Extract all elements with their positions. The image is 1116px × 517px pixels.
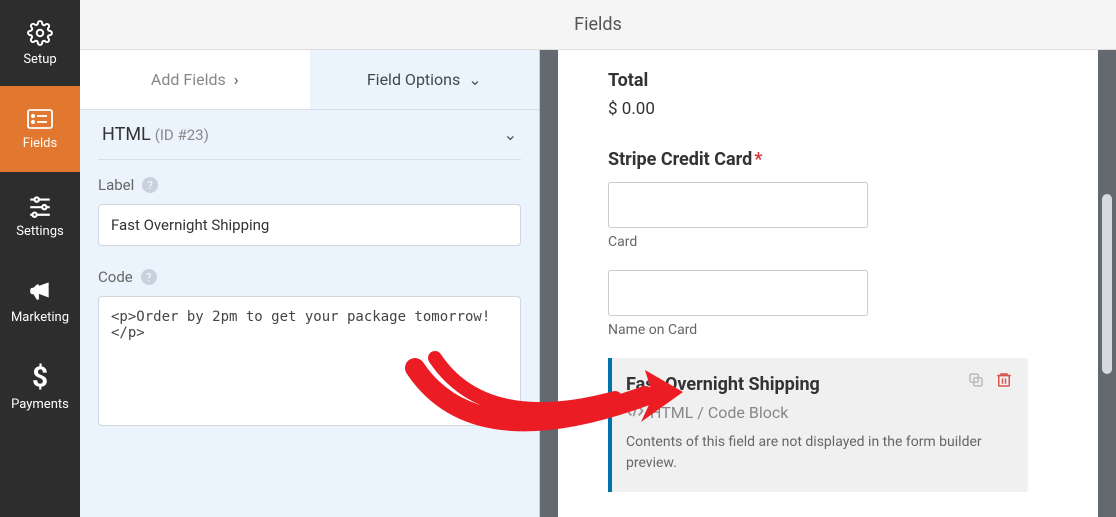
list-icon [26,108,54,130]
card-description: Contents of this field are not displayed… [626,432,1010,474]
sidebar-item-label: Settings [16,224,63,239]
sidebar-item-label: Marketing [11,310,69,325]
field-id: (ID #23) [155,126,209,144]
dollar-icon: $ [31,363,49,391]
chevron-down-icon: ⌄ [468,70,481,89]
card-input[interactable] [608,182,868,228]
sidebar-item-label: Fields [23,136,57,151]
delete-button[interactable] [994,370,1014,390]
section-label: Label [98,176,134,194]
sidebar-item-label: Setup [23,52,56,67]
sidebar: Setup Fields [0,0,80,517]
html-block-preview[interactable]: Fast Overnight Shipping HTML / Code Bloc… [608,358,1028,492]
card-title: Fast Overnight Shipping [626,374,1010,395]
sidebar-item-settings[interactable]: Settings [0,172,80,258]
sidebar-item-fields[interactable]: Fields [0,86,80,172]
duplicate-button[interactable] [966,370,986,390]
panel-divider[interactable] [540,50,558,517]
tab-add-fields[interactable]: Add Fields › [80,50,310,109]
name-sublabel: Name on Card [608,322,1068,338]
right-scrollbar[interactable] [1098,50,1116,517]
chevron-right-icon: › [234,70,239,89]
preview-gap [558,50,608,517]
sidebar-item-marketing[interactable]: Marketing [0,258,80,344]
section-label: Code [98,268,133,286]
field-type-name: HTML [102,124,151,145]
svg-text:$: $ [32,363,48,391]
tab-label: Add Fields [151,70,226,89]
sidebar-item-setup[interactable]: Setup [0,0,80,86]
scroll-handle[interactable] [1102,194,1112,374]
chevron-down-icon: ⌄ [504,125,517,144]
page-title: Fields [80,0,1116,50]
label-input[interactable] [98,204,521,246]
stripe-label: Stripe Credit Card* [608,149,1068,170]
total-label: Total [608,70,1068,91]
bullhorn-icon [27,278,53,304]
gear-outline-icon [27,20,53,46]
code-textarea[interactable]: <p>Order by 2pm to get your package tomo… [98,296,521,426]
tab-label: Field Options [367,70,460,89]
sidebar-item-payments[interactable]: $ Payments [0,344,80,430]
help-icon[interactable]: ? [141,269,157,285]
total-value: $ 0.00 [608,99,1068,119]
code-icon [626,403,644,422]
tab-field-options[interactable]: Field Options ⌄ [310,50,540,109]
field-header-toggle[interactable]: HTML (ID #23) ⌄ [98,110,521,160]
card-subtitle: HTML / Code Block [650,403,788,422]
sidebar-item-label: Payments [11,397,69,412]
help-icon[interactable]: ? [142,177,158,193]
form-preview: Total $ 0.00 Stripe Credit Card* Card Na… [608,50,1098,517]
sliders-icon [27,192,53,218]
name-on-card-input[interactable] [608,270,868,316]
card-sublabel: Card [608,234,1068,250]
